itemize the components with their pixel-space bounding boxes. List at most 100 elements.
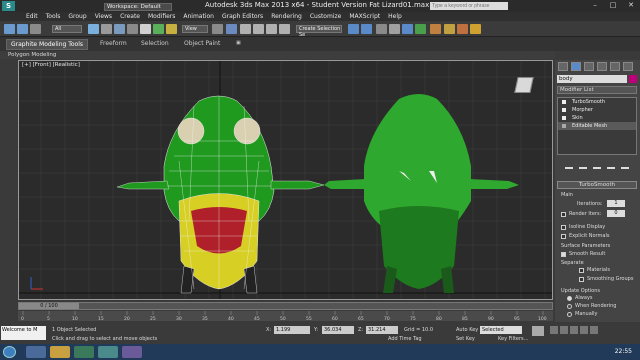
- menu-create[interactable]: Create: [120, 13, 140, 20]
- pin-stack-icon[interactable]: [565, 161, 573, 169]
- set-key-button[interactable]: Set Key: [456, 336, 475, 342]
- key-filters-button[interactable]: Key Filters...: [498, 336, 528, 342]
- ref-coord-dropdown[interactable]: View: [182, 25, 208, 33]
- link-icon[interactable]: [30, 24, 41, 34]
- move-icon[interactable]: [140, 24, 151, 34]
- pivot-icon[interactable]: [212, 24, 223, 34]
- material-editor-icon[interactable]: [430, 24, 441, 34]
- time-slider[interactable]: 0 / 100: [18, 302, 553, 310]
- start-button-icon[interactable]: [3, 346, 16, 358]
- tab-object-paint[interactable]: Object Paint: [184, 40, 220, 47]
- bulb-icon[interactable]: [562, 116, 566, 120]
- media-taskbar-icon[interactable]: [74, 346, 94, 358]
- isoline-checkbox[interactable]: [561, 225, 566, 230]
- time-slider-knob[interactable]: 0 / 100: [19, 303, 79, 309]
- scale-icon[interactable]: [166, 24, 177, 34]
- region-select-icon[interactable]: [114, 24, 125, 34]
- when-rendering-radio[interactable]: [567, 304, 572, 309]
- rendered-frame-icon[interactable]: [457, 24, 468, 34]
- lizard-wireframe-model[interactable]: [116, 95, 325, 294]
- menu-help[interactable]: Help: [388, 13, 402, 20]
- display-tab-icon[interactable]: [610, 62, 620, 71]
- menu-animation[interactable]: Animation: [183, 13, 214, 20]
- schematic-view-icon[interactable]: [415, 24, 426, 34]
- menu-group[interactable]: Group: [68, 13, 86, 20]
- motion-tab-icon[interactable]: [597, 62, 607, 71]
- previous-frame-icon[interactable]: [560, 326, 568, 334]
- hierarchy-tab-icon[interactable]: [584, 62, 594, 71]
- menu-views[interactable]: Views: [95, 13, 112, 20]
- named-selection-dropdown[interactable]: Create Selection Se: [296, 25, 342, 38]
- select-by-name-icon[interactable]: [101, 24, 112, 34]
- bulb-icon[interactable]: [562, 100, 566, 104]
- render-iters-spinner[interactable]: 0: [607, 210, 625, 217]
- snap-icon[interactable]: [240, 24, 251, 34]
- stack-item-editable-mesh[interactable]: Editable Mesh: [558, 122, 636, 130]
- menu-rendering[interactable]: Rendering: [271, 13, 302, 20]
- search-input[interactable]: [430, 2, 508, 10]
- menu-maxscript[interactable]: MAXScript: [349, 13, 380, 20]
- tab-selection[interactable]: Selection: [141, 40, 169, 47]
- app-taskbar-icon[interactable]: [122, 346, 142, 358]
- play-icon[interactable]: [570, 326, 578, 334]
- render-setup-icon[interactable]: [444, 24, 455, 34]
- explicit-normals-checkbox[interactable]: [561, 234, 566, 239]
- ribbon-toggle-icon[interactable]: ▣: [236, 40, 241, 46]
- select-manipulate-icon[interactable]: [226, 24, 237, 34]
- percent-snap-icon[interactable]: [266, 24, 277, 34]
- x-coord-field[interactable]: 1.199: [274, 326, 310, 334]
- window-crossing-icon[interactable]: [127, 24, 138, 34]
- create-tab-icon[interactable]: [558, 62, 568, 71]
- materials-checkbox[interactable]: [579, 268, 584, 273]
- render-production-icon[interactable]: [470, 24, 481, 34]
- y-coord-field[interactable]: 36.034: [322, 326, 354, 334]
- key-mode-dropdown[interactable]: Selected: [480, 326, 522, 334]
- select-object-icon[interactable]: [88, 24, 99, 34]
- go-to-start-icon[interactable]: [550, 326, 558, 334]
- selection-filter-dropdown[interactable]: All: [52, 25, 82, 33]
- bulb-icon[interactable]: [562, 108, 566, 112]
- undo-icon[interactable]: [4, 24, 15, 34]
- stack-item-turbosmooth[interactable]: TurboSmooth: [558, 98, 636, 106]
- menu-edit[interactable]: Edit: [26, 13, 38, 20]
- auto-key-button[interactable]: Auto Key: [456, 327, 478, 333]
- maxscript-listener[interactable]: Welcome to M: [1, 326, 46, 340]
- modify-tab-icon[interactable]: [571, 62, 581, 71]
- maximize-icon[interactable]: □: [604, 0, 622, 10]
- tab-graphite-modeling-tools[interactable]: Graphite Modeling Tools: [6, 39, 89, 50]
- curve-editor-icon[interactable]: [402, 24, 413, 34]
- spinner-snap-icon[interactable]: [279, 24, 290, 34]
- menu-customize[interactable]: Customize: [310, 13, 342, 20]
- make-unique-icon[interactable]: [593, 161, 601, 169]
- workspace-dropdown[interactable]: Workspace: Default: [104, 3, 172, 11]
- stack-item-morpher[interactable]: Morpher: [558, 106, 636, 114]
- modifier-list-dropdown[interactable]: Modifier List: [557, 86, 637, 94]
- redo-icon[interactable]: [17, 24, 28, 34]
- explorer-taskbar-icon[interactable]: [50, 346, 70, 358]
- smooth-result-checkbox[interactable]: [561, 252, 566, 257]
- iterations-spinner[interactable]: 1: [607, 200, 625, 207]
- viewport-front[interactable]: [+] [Front] [Realistic]: [18, 60, 553, 300]
- menu-tools[interactable]: Tools: [46, 13, 61, 20]
- set-key-icon[interactable]: [532, 326, 544, 336]
- angle-snap-icon[interactable]: [253, 24, 264, 34]
- rotate-icon[interactable]: [153, 24, 164, 34]
- ie-taskbar-icon[interactable]: [26, 346, 46, 358]
- close-icon[interactable]: ✕: [622, 0, 640, 10]
- always-radio[interactable]: [567, 296, 572, 301]
- stack-item-skin[interactable]: Skin: [558, 114, 636, 122]
- mirror-icon[interactable]: [348, 24, 359, 34]
- add-time-tag-button[interactable]: Add Time Tag: [388, 336, 422, 342]
- menu-graph-editors[interactable]: Graph Editors: [222, 13, 263, 20]
- viewport-label[interactable]: [+] [Front] [Realistic]: [22, 62, 80, 68]
- render-iters-checkbox[interactable]: [561, 212, 566, 217]
- smoothing-groups-checkbox[interactable]: [579, 277, 584, 282]
- show-end-result-icon[interactable]: [579, 161, 587, 169]
- remove-modifier-icon[interactable]: [607, 161, 615, 169]
- object-name-field[interactable]: body: [557, 75, 627, 83]
- minimize-icon[interactable]: –: [586, 0, 604, 10]
- trackbar[interactable]: 0 5 10 15 20 25 30 35 40 45 50 55 60 65 …: [18, 311, 553, 322]
- configure-sets-icon[interactable]: [621, 161, 629, 169]
- expand-icon[interactable]: [562, 124, 566, 128]
- viewcube-icon[interactable]: [514, 77, 534, 93]
